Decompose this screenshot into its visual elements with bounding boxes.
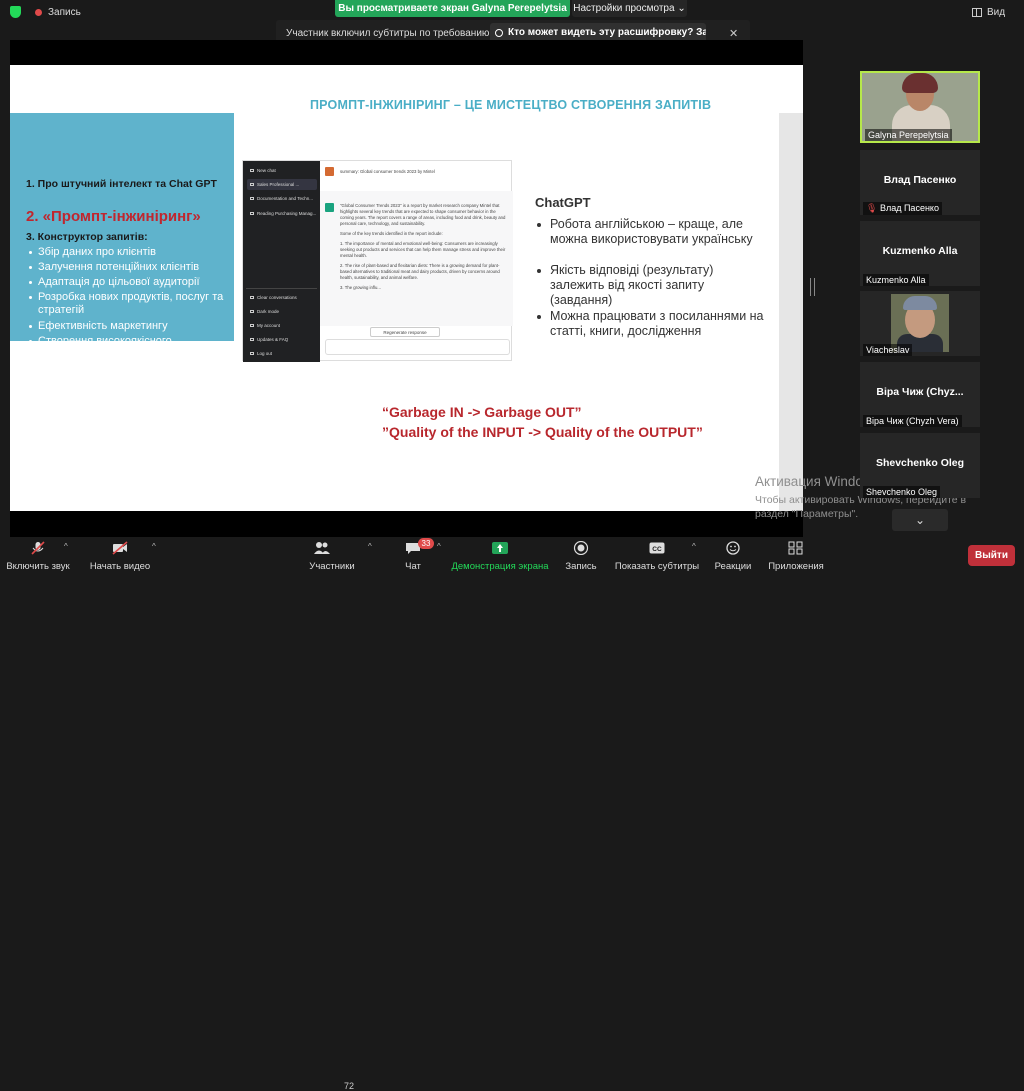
chevron-up-icon[interactable]: ^ (64, 542, 68, 551)
agenda-bullet: Ефективність маркетингу (29, 320, 168, 332)
meeting-toolbar: Включить звук ^ Начать видео ^ Участники… (0, 537, 1024, 1091)
chatgpt-sidebar-item: Log out (247, 348, 317, 359)
panel-splitter-handle[interactable] (810, 278, 815, 296)
shared-screen: ПРОМПТ-ІНЖИНІРИНГ – ЦЕ МИСТЕЦТВО СТВОРЕН… (10, 40, 803, 537)
captions-icon: CC (649, 542, 665, 554)
share-screen-button[interactable]: Демонстрация экрана (450, 537, 550, 576)
recording-label[interactable]: Запись (48, 7, 81, 18)
security-shield-icon[interactable] (10, 6, 21, 18)
slide-title: ПРОМПТ-ІНЖИНІРИНГ – ЦЕ МИСТЕЦТВО СТВОРЕН… (310, 98, 712, 112)
agenda-bullet: Збір даних про клієнтів (29, 246, 156, 258)
agenda-bullet: Розробка нових продуктів, послуг та стра… (29, 291, 234, 317)
view-button[interactable]: Вид (987, 7, 1005, 18)
chatgpt-heading: ChatGPT (535, 195, 591, 210)
chatgpt-sidebar-item: Updates & FAQ (247, 334, 317, 345)
agenda-bullet: Створення високоякісного контенту (29, 335, 218, 361)
apps-icon (788, 541, 803, 555)
scroll-down-button[interactable]: ⌄ (892, 509, 948, 531)
participant-tile-shevchenko[interactable]: Shevchenko Oleg Shevchenko Oleg (860, 433, 980, 498)
transcript-visibility-label: Кто может видеть эту расшифровку? За... (508, 27, 706, 38)
record-button[interactable]: Запись (561, 537, 601, 576)
participant-tile-kuzmenko[interactable]: Kuzmenko Alla Kuzmenko Alla (860, 221, 980, 286)
chatgpt-sidebar-item: Clear conversations (247, 292, 317, 303)
chatgpt-sidebar-item: New chat (247, 165, 317, 176)
view-options-label: Настройки просмотра (573, 3, 675, 14)
muted-mic-icon (31, 541, 45, 555)
participant-name: Kuzmenko Alla (863, 274, 929, 286)
participant-name: 🎙 Влад Пасенко (863, 202, 942, 215)
participants-icon (314, 542, 330, 554)
participants-button[interactable]: Участники (303, 537, 361, 576)
svg-text:CC: CC (652, 546, 662, 553)
quality-in-out-quote: ”Quality of the INPUT -> Quality of the … (382, 424, 703, 440)
chatgpt-sidebar-item: Documentation and Techn... (247, 193, 317, 204)
chatgpt-sidebar-item: Sales Professional ... (247, 179, 317, 190)
chatgpt-answer: "Global Consumer Trends 2023" is a repor… (340, 203, 506, 290)
user-avatar (325, 167, 334, 176)
chevron-down-icon: ⌄ (677, 3, 686, 14)
start-video-button[interactable]: Начать видео (86, 537, 154, 576)
participant-display-name: Shevchenko Oleg (875, 457, 965, 469)
participant-display-name: Влад Пасенко (883, 174, 957, 186)
chatgpt-sidebar-item: Dark mode (247, 306, 317, 317)
participant-tile-vira[interactable]: Віра Чиж (Chyz... Віра Чиж (Chyzh Vera) (860, 362, 980, 427)
chatgpt-sidebar: New chat Sales Professional ... Document… (243, 161, 320, 362)
caption-notice-text: Участник включил субтитры по требованию (286, 28, 490, 39)
smiley-icon (726, 541, 740, 555)
slide-left-panel: 1. Про штучний інтелект та Chat GPT 2. «… (10, 113, 234, 360)
participant-name: Viacheslav (863, 344, 913, 356)
chatgpt-input (325, 339, 510, 355)
show-captions-button[interactable]: CC Показать субтитры (612, 537, 702, 576)
chatgpt-question: summary: Global consumer trends 2023 by … (340, 169, 435, 174)
chevron-up-icon[interactable]: ^ (152, 542, 156, 551)
garbage-in-out-quote: “Garbage IN -> Garbage OUT” (382, 404, 582, 420)
chevron-down-icon: ⌄ (914, 513, 926, 527)
chevron-up-icon[interactable]: ^ (692, 542, 696, 551)
chatgpt-sidebar-item: Reading Purchasing Manag... (247, 208, 317, 219)
recording-icon (35, 9, 42, 16)
slide-right-strip (779, 113, 803, 511)
apps-button[interactable]: Приложения (766, 537, 826, 576)
agenda-item-2: 2. «Промпт-інжиніринг» (26, 208, 201, 225)
chat-unread-badge: 33 (418, 538, 434, 549)
chevron-up-icon[interactable]: ^ (437, 542, 441, 551)
viewing-screen-banner: Вы просматриваете экран Galyna Perepelyt… (335, 0, 570, 17)
muted-mic-icon: 🎙 (866, 203, 878, 213)
close-icon[interactable]: ✕ (729, 27, 738, 40)
chatgpt-conversation: summary: Global consumer trends 2023 by … (320, 161, 513, 362)
chatgpt-point: Якість відповіді (результату) залежить в… (537, 263, 765, 308)
agenda-bullet: Адаптація до цільової аудиторії (29, 276, 200, 288)
participants-count: 72 (344, 1081, 355, 1091)
chatgpt-sidebar-item: My account (247, 320, 317, 331)
record-icon (573, 541, 589, 555)
participant-display-name: Віра Чиж (Chyz... (876, 386, 964, 398)
participant-tile-vlad[interactable]: Влад Пасенко 🎙 Влад Пасенко (860, 150, 980, 215)
view-options-dropdown[interactable]: Настройки просмотра ⌄ (572, 0, 687, 17)
agenda-item-1: 1. Про штучний інтелект та Chat GPT (26, 178, 217, 190)
participant-display-name: Kuzmenko Alla (882, 245, 958, 257)
leave-button[interactable]: Выйти (968, 545, 1015, 566)
reactions-button[interactable]: Реакции (713, 537, 753, 576)
participant-name: Galyna Perepelytsia (865, 129, 952, 141)
chatgpt-screenshot: New chat Sales Professional ... Document… (242, 160, 513, 362)
chatgpt-point: Можна працювати з посиланнями на статті,… (537, 309, 765, 339)
participant-tile-viacheslav[interactable]: Viacheslav (860, 291, 980, 356)
chatgpt-point: Робота англійською – краще, але можна ви… (537, 217, 765, 247)
view-layout-icon[interactable] (972, 8, 982, 17)
participant-name: Віра Чиж (Chyzh Vera) (863, 415, 962, 427)
person-icon (495, 29, 503, 37)
chevron-up-icon[interactable]: ^ (368, 542, 372, 551)
participant-tile-galyna[interactable]: Galyna Perepelytsia (860, 71, 980, 143)
agenda-bullet: Залучення потенційних клієнтів (29, 261, 199, 273)
share-screen-icon (492, 542, 508, 554)
participant-name: Shevchenko Oleg (863, 486, 941, 498)
agenda-item-3: 3. Конструктор запитів: (26, 231, 148, 243)
video-off-icon (112, 541, 128, 555)
chatgpt-logo-icon (325, 203, 334, 212)
presentation-slide: ПРОМПТ-ІНЖИНІРИНГ – ЦЕ МИСТЕЦТВО СТВОРЕН… (10, 65, 803, 511)
regenerate-button: Regenerate response (370, 327, 440, 337)
